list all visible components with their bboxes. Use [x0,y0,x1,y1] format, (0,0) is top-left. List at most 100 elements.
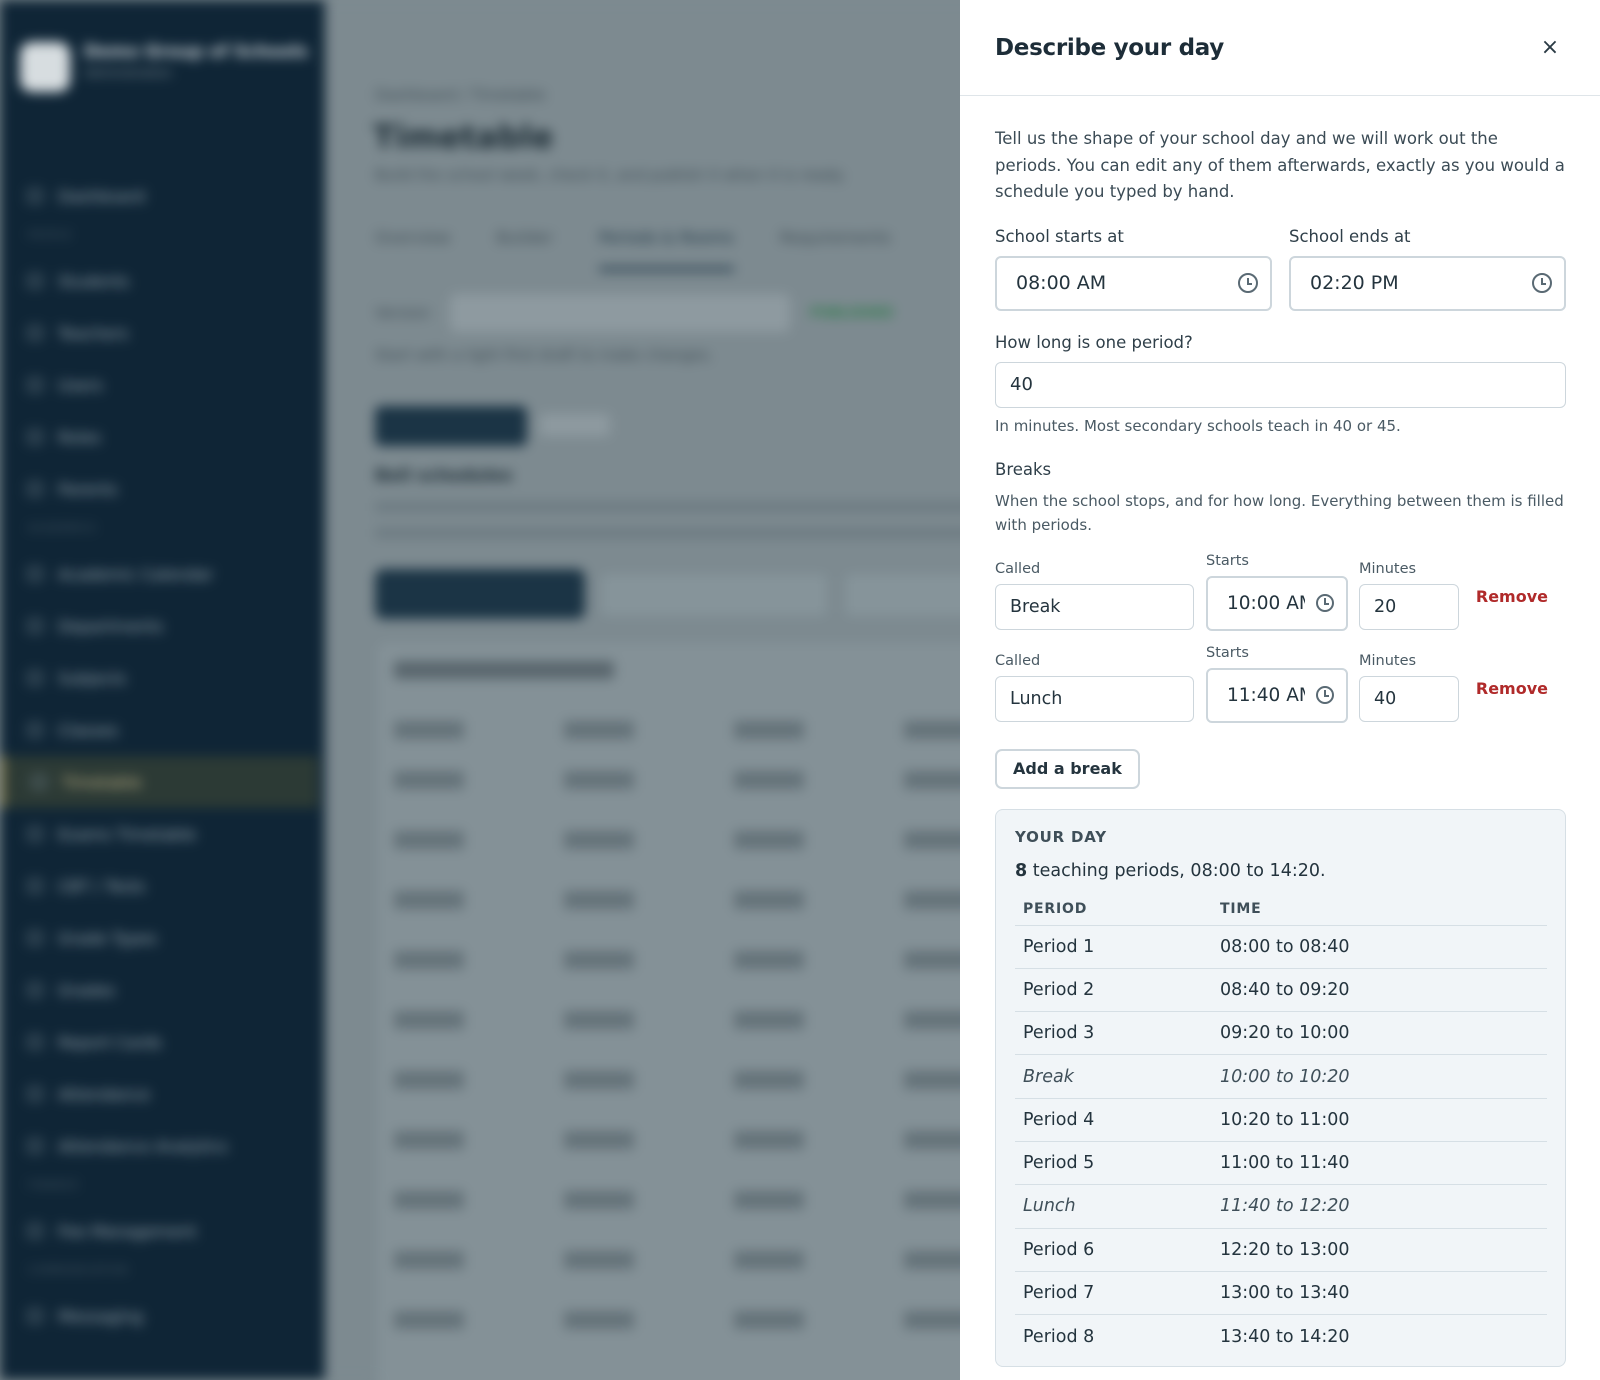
remove-break-button[interactable]: Remove [1476,587,1548,606]
school-ends-label: School ends at [1289,226,1411,246]
clock-icon[interactable] [1238,273,1258,293]
period-length-input[interactable]: 40 [995,361,1566,408]
breadcrumb: Dashboard / Timetable [375,86,546,104]
break-starts-value: 10:00 AM [1227,592,1305,614]
sidebar-item-teachers[interactable]: Teachers [28,307,308,359]
break-starts-input[interactable]: 11:40 AM [1206,667,1348,723]
period-name: Period 3 [1015,1011,1212,1056]
break-starts-label: Starts [1206,644,1249,661]
table-row [394,721,994,739]
break-called-input[interactable]: Lunch [995,675,1194,722]
tab-requirements[interactable]: Requirements [780,228,891,271]
break-minutes-input[interactable]: 20 [1359,583,1459,630]
sidebar-item-attendance[interactable]: Attendance [28,1068,308,1120]
table-row [394,1251,994,1269]
version-row: Version PUBLISHED [375,294,893,332]
period-row: Period 6 12:20 to 13:00 [1015,1228,1547,1272]
sidebar-item-timetable[interactable]: Timetable [0,756,318,808]
period-row: Period 8 13:40 to 14:20 [1015,1315,1547,1358]
table-header-row: PERIOD TIME [1015,900,1547,926]
schedule-card [375,640,1015,1380]
clock-icon[interactable] [1316,594,1334,612]
table-row [394,831,994,849]
exams-icon [28,827,42,841]
sidebar-item-classes[interactable]: Classes [28,704,308,756]
drawer-body: Tell us the shape of your school day and… [995,96,1566,1367]
pill-bell-schedules[interactable] [375,406,527,446]
summary-text: teaching periods, 08:00 to 14:20. [1027,860,1326,881]
describe-your-day-button[interactable] [375,569,585,619]
break-minutes-input[interactable]: 40 [1359,675,1459,722]
sidebar-item-dashboard[interactable]: Dashboard [28,170,308,222]
break-minutes-label: Minutes [1359,652,1417,669]
sidebar-item-grades[interactable]: Grades [28,964,308,1016]
cbt-icon [28,879,42,893]
period-row: Period 1 08:00 to 08:40 [1015,925,1547,969]
version-select[interactable] [450,294,791,332]
period-length-label: How long is one period? [995,332,1193,352]
sidebar-item-subjects[interactable]: Subjects [28,652,308,704]
sidebar-item-exams-timetable[interactable]: Exams Timetable [28,808,308,860]
tab-builder[interactable]: Builder [496,228,553,271]
break-starts-group: Starts 11:40 AM [1206,645,1348,723]
sidebar-item-parents[interactable]: Parents [28,463,308,515]
sidebar-item-grade-types[interactable]: Grade Types [28,912,308,964]
pill-rooms[interactable] [540,414,610,436]
section-description [375,498,975,538]
sidebar-item-attendance-analytics[interactable]: Attendance Analytics [28,1120,308,1172]
breaks-hint: When the school stops, and for how long.… [995,491,1564,534]
sidebar-item-cbt-tests[interactable]: CBT / Tests [28,860,308,912]
school-starts-input[interactable]: 08:00 AM [995,255,1272,311]
school-ends-input[interactable]: 02:20 PM [1289,255,1566,311]
sidebar-item-roles[interactable]: Roles [28,411,308,463]
break-row: Called Lunch Starts 11:40 AM Minutes 40 … [995,645,1566,737]
roles-icon [28,430,42,444]
sidebar-item-departments[interactable]: Departments [28,600,308,652]
period-name: Period 5 [1015,1141,1212,1186]
table-row [394,951,994,969]
schedule-card-title [394,661,614,679]
period-time: 08:40 to 09:20 [1212,968,1547,1013]
describe-day-drawer: Describe your day × Tell us the shape of… [960,0,1600,1380]
tab-overview[interactable]: Overview [375,228,450,271]
sidebar-item-users[interactable]: Users [28,359,308,411]
dashboard-icon [28,189,42,203]
start-from-template-button[interactable] [599,572,829,618]
sidebar-item-students[interactable]: Students [28,255,308,307]
sidebar-item-academic-calendar[interactable]: Academic Calendar [28,548,308,600]
sidebar-item-messaging[interactable]: Messaging [28,1290,308,1342]
break-called-input[interactable]: Break [995,583,1194,630]
students-icon [28,274,42,288]
break-starts-input[interactable]: 10:00 AM [1206,575,1348,631]
section-title: Bell schedules [375,466,513,486]
period-time: 10:00 to 10:20 [1212,1054,1547,1099]
period-name: Period 8 [1023,1326,1095,1347]
clock-icon[interactable] [1316,686,1334,704]
drawer-title: Describe your day [995,34,1224,61]
sidebar-item-fee-management[interactable]: Fee Management [28,1205,308,1257]
sidebar-item-report-cards[interactable]: Report Cards [28,1016,308,1068]
remove-break-button[interactable]: Remove [1476,679,1548,698]
messaging-icon [28,1309,42,1323]
users-icon [28,378,42,392]
school-ends-value: 02:20 PM [1310,272,1399,294]
period-time: 09:20 to 10:00 [1212,1011,1547,1056]
teachers-icon [28,326,42,340]
your-day-heading: YOUR DAY [1015,827,1107,846]
tab-bar: Overview Builder Periods & Rooms Require… [375,228,891,271]
teaching-period-count: 8 [1015,860,1028,881]
break-row-summary: Break 10:00 to 10:20 [1015,1054,1547,1099]
period-time: 12:20 to 13:00 [1212,1228,1547,1272]
add-break-button[interactable]: Add a break [995,748,1140,789]
close-icon[interactable]: × [1534,32,1566,64]
calendar-icon [28,567,42,581]
break-row-summary: Lunch 11:40 to 12:20 [1015,1184,1547,1229]
tab-periods-rooms[interactable]: Periods & Rooms [598,228,734,271]
page-subtitle: Build the school week, check it, and pub… [375,166,846,184]
analytics-icon [28,1139,42,1153]
clock-icon[interactable] [1532,273,1552,293]
drawer-header: Describe your day × [960,0,1600,96]
column-header-time: TIME [1212,900,1547,926]
nav-section-label: PEOPLE [28,230,73,241]
period-name: Period 7 [1015,1271,1212,1316]
